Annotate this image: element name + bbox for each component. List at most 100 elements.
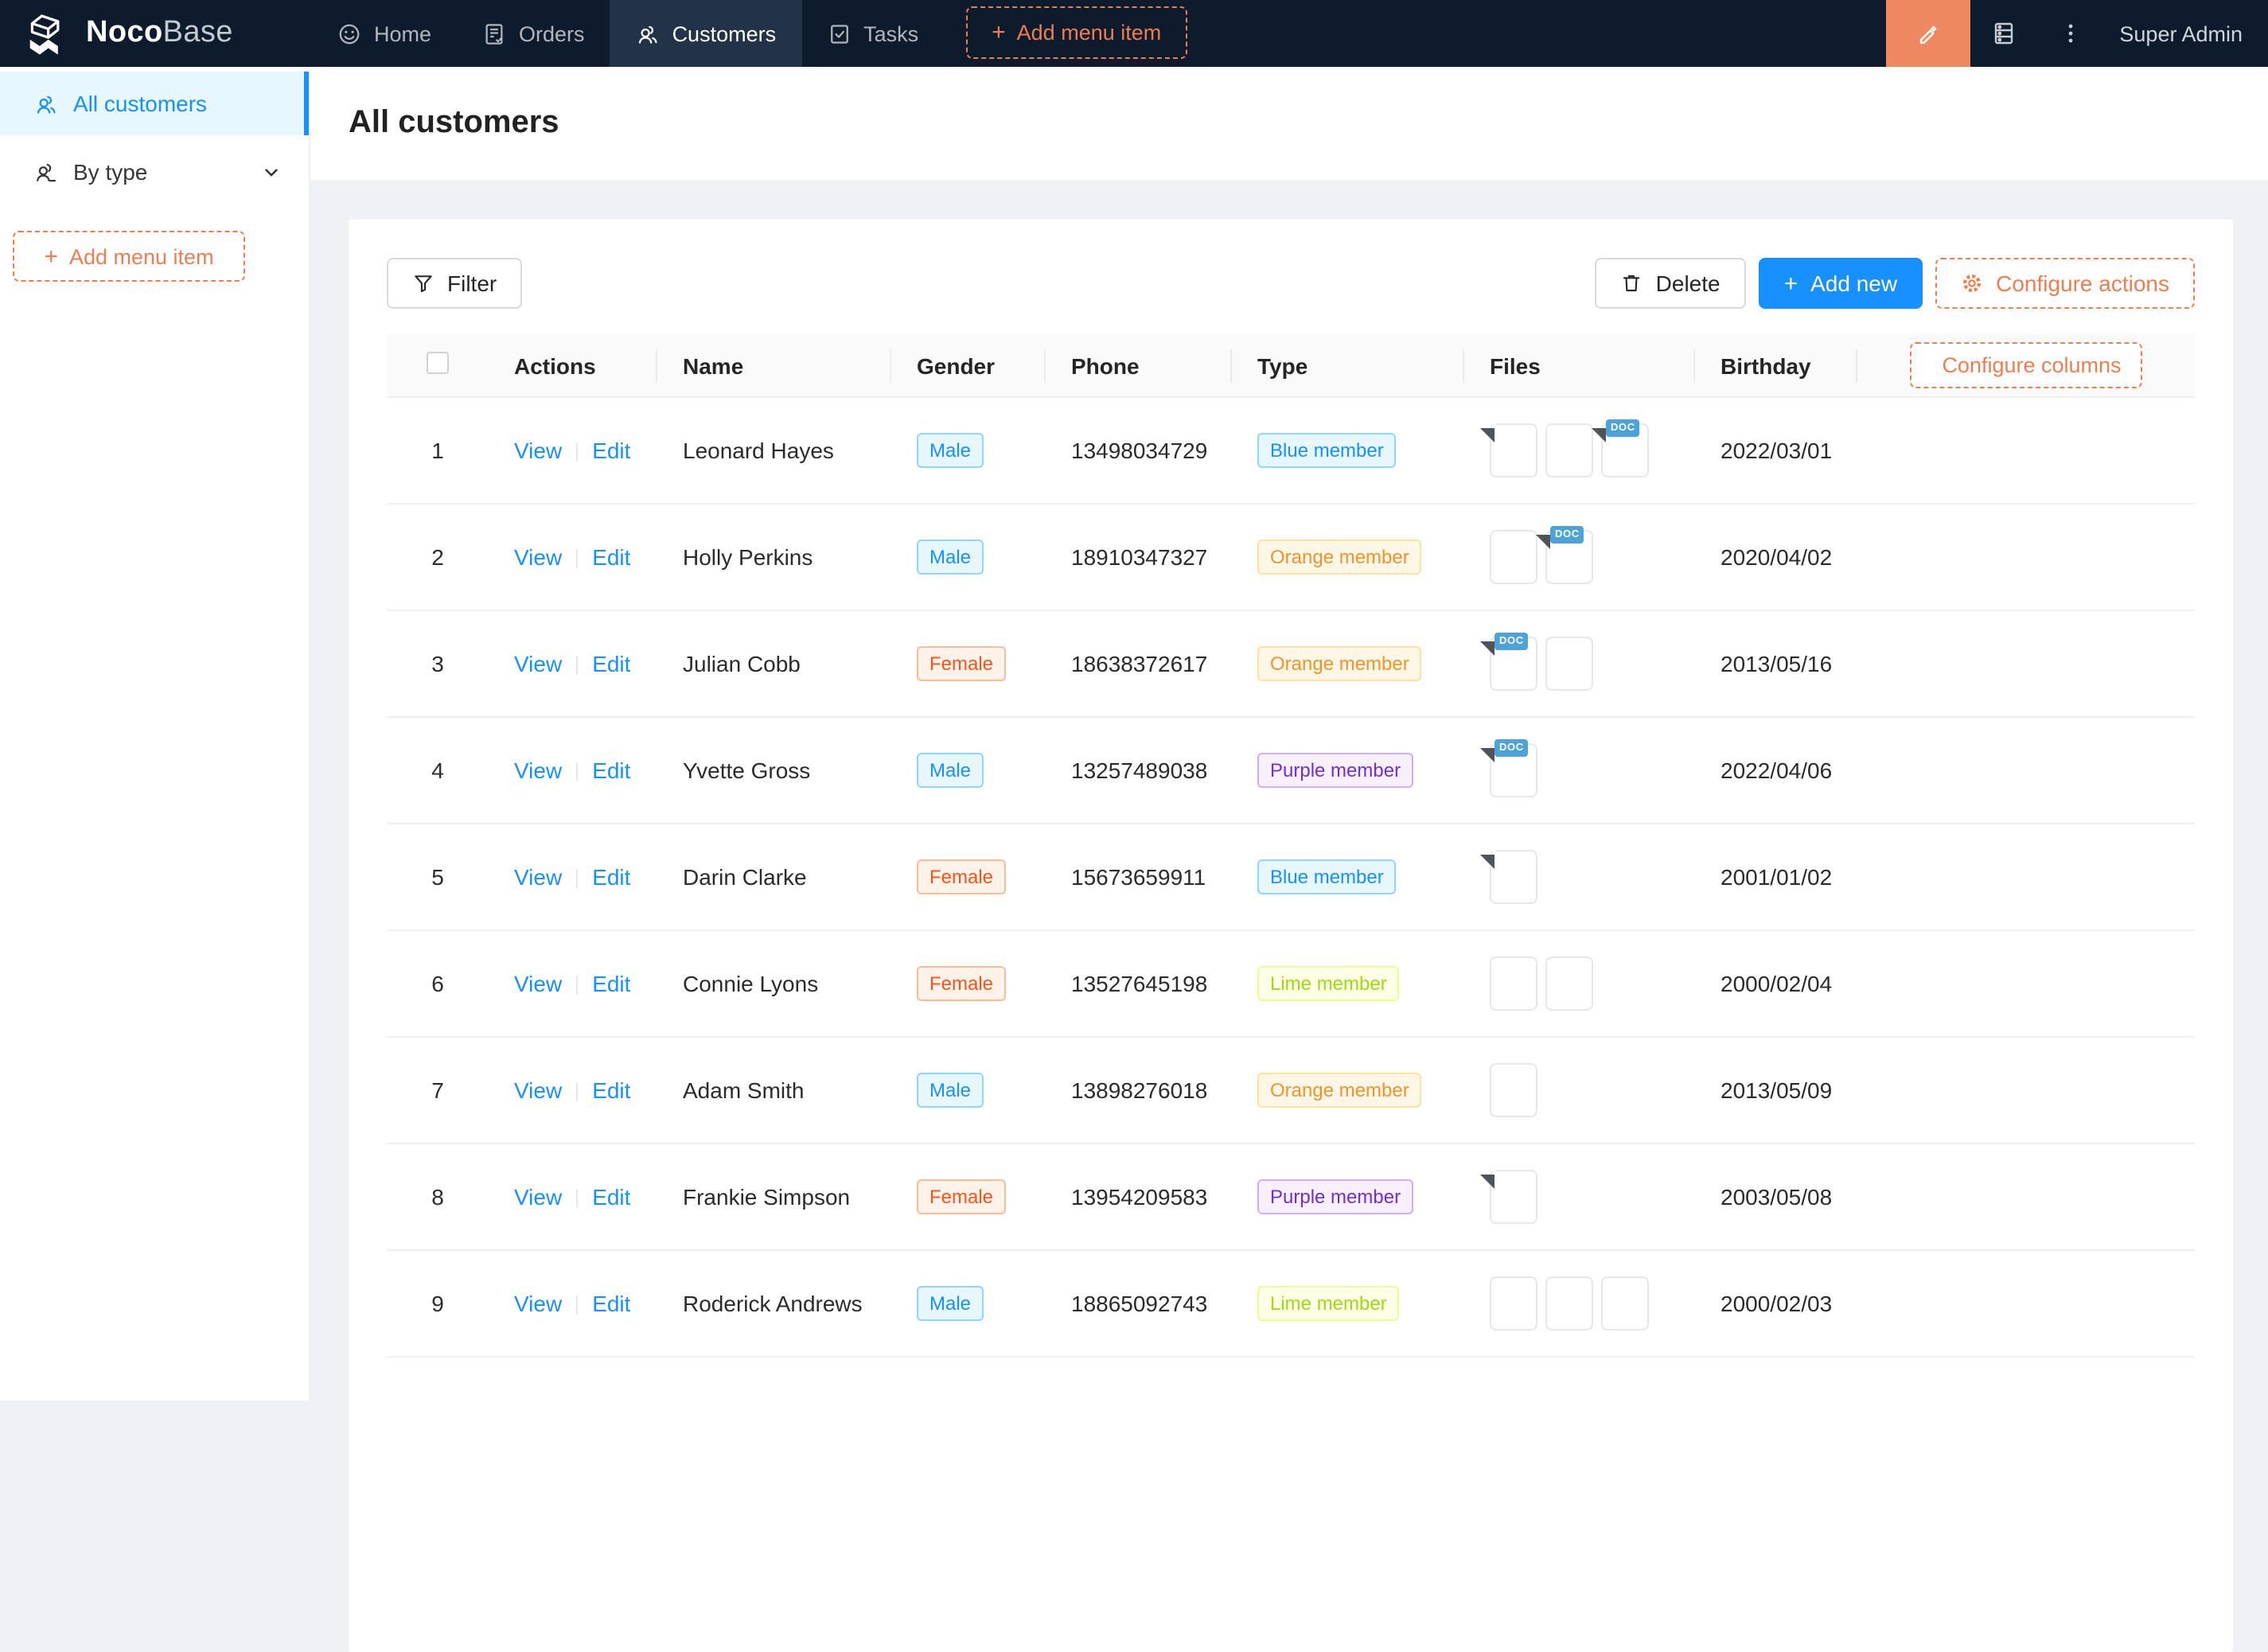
orders-icon — [482, 21, 506, 45]
more-actions-button[interactable] — [2036, 0, 2103, 67]
tab-orders[interactable]: Orders — [457, 0, 610, 67]
sidebar-add-menu-item-label: Add menu item — [69, 244, 214, 268]
edit-link[interactable]: Edit — [592, 1184, 630, 1210]
filter-button[interactable]: Filter — [387, 258, 522, 309]
cell-name: Yvette Gross — [657, 718, 891, 824]
plus-icon: + — [1784, 271, 1798, 295]
plugin-manager-button[interactable] — [1970, 0, 2036, 67]
tasks-icon — [827, 21, 851, 45]
cell-files: DOC — [1464, 505, 1695, 611]
delete-button[interactable]: Delete — [1596, 258, 1746, 309]
cell-type: Lime member — [1232, 1251, 1464, 1358]
file-image-thumbnail[interactable] — [1490, 1276, 1537, 1331]
row-actions: View Edit — [489, 1038, 657, 1144]
edit-link[interactable]: Edit — [592, 544, 630, 570]
cell-gender: Male — [891, 1251, 1046, 1358]
file-pdf-icon[interactable] — [1490, 1170, 1537, 1224]
view-link[interactable]: View — [514, 758, 562, 783]
edit-link[interactable]: Edit — [592, 971, 630, 996]
ui-editor-button[interactable] — [1885, 0, 1970, 67]
actions-divider — [576, 1296, 578, 1315]
customers-table: ActionsNameGenderPhoneTypeFilesBirthdayC… — [387, 334, 2195, 1358]
view-link[interactable]: View — [514, 1184, 562, 1210]
cell-name: Leonard Hayes — [657, 398, 891, 505]
view-link[interactable]: View — [514, 971, 562, 996]
file-image-thumbnail[interactable] — [1545, 1276, 1593, 1331]
cell-configure-spacer — [1857, 398, 2195, 505]
add-menu-item-button[interactable]: + Add menu item — [966, 6, 1187, 59]
files-list — [1490, 1063, 1670, 1117]
row-index: 2 — [387, 505, 489, 611]
view-link[interactable]: View — [514, 864, 562, 890]
edit-link[interactable]: Edit — [592, 864, 630, 890]
view-link[interactable]: View — [514, 438, 562, 463]
row-actions: View Edit — [489, 398, 657, 505]
delete-label: Delete — [1656, 271, 1720, 296]
file-doc-icon[interactable]: DOC — [1490, 637, 1537, 691]
sidebar-item-all-customers[interactable]: All customers — [0, 72, 309, 135]
tag-blue: Blue member — [1257, 859, 1397, 894]
tab-home[interactable]: Home — [312, 0, 457, 67]
sidebar-item-by-type[interactable]: By type — [0, 140, 309, 204]
file-image-thumbnail[interactable] — [1545, 637, 1593, 691]
cell-type: Purple member — [1232, 1144, 1464, 1251]
cell-files: DOC — [1464, 718, 1695, 824]
kebab-menu-icon — [2057, 21, 2083, 46]
file-doc-icon[interactable]: DOC — [1545, 530, 1593, 584]
select-all-checkbox[interactable] — [427, 352, 449, 374]
row-actions: View Edit — [489, 718, 657, 824]
file-image-thumbnail[interactable] — [1545, 957, 1593, 1011]
cell-type: Purple member — [1232, 718, 1464, 824]
nocobase-logo-icon — [25, 12, 73, 55]
cell-configure-spacer — [1857, 611, 2195, 718]
cell-phone: 13257489038 — [1046, 718, 1232, 824]
table-row: 8ViewEditFrankie SimpsonFemale1395420958… — [387, 1144, 2195, 1251]
app: NocoBase Home OrdersCustomersTasks + Add … — [0, 0, 2268, 1401]
row-index: 1 — [387, 398, 489, 505]
edit-link[interactable]: Edit — [592, 1291, 630, 1316]
customers-icon — [636, 21, 660, 45]
view-link[interactable]: View — [514, 651, 562, 676]
file-image-thumbnail[interactable] — [1490, 530, 1537, 584]
table-row: 2ViewEditHolly PerkinsMale18910347327Ora… — [387, 505, 2195, 611]
file-pdf-icon[interactable] — [1490, 423, 1537, 477]
cell-configure-spacer — [1857, 824, 2195, 931]
cell-configure-spacer — [1857, 1144, 2195, 1251]
file-pdf-icon[interactable] — [1490, 850, 1537, 904]
tag-blue: Male — [917, 433, 984, 468]
file-doc-icon[interactable]: DOC — [1601, 423, 1649, 477]
tab-customers[interactable]: Customers — [610, 0, 802, 67]
edit-link[interactable]: Edit — [592, 1077, 630, 1103]
brand-logo[interactable]: NocoBase — [0, 0, 312, 67]
cell-files: DOC — [1464, 398, 1695, 505]
edit-link[interactable]: Edit — [592, 651, 630, 676]
configure-actions-button[interactable]: Configure actions — [1935, 258, 2195, 309]
file-image-thumbnail[interactable] — [1601, 1276, 1649, 1331]
cell-gender: Female — [891, 1144, 1046, 1251]
configure-columns-button[interactable]: Configure columns — [1910, 342, 2141, 388]
configure-columns-header-cell: Configure columns — [1857, 334, 2195, 398]
view-link[interactable]: View — [514, 544, 562, 570]
view-link[interactable]: View — [514, 1077, 562, 1103]
file-image-thumbnail[interactable] — [1545, 423, 1593, 477]
cell-files — [1464, 1251, 1695, 1358]
chevron-down-icon — [263, 163, 280, 181]
sidebar-add-menu-item-button[interactable]: + Add menu item — [13, 231, 245, 282]
tab-tasks[interactable]: Tasks — [801, 0, 944, 67]
page-header: All customers — [310, 67, 2268, 180]
cell-gender: Male — [891, 398, 1046, 505]
file-image-thumbnail[interactable] — [1490, 957, 1537, 1011]
edit-link[interactable]: Edit — [592, 438, 630, 463]
tab-label: Home — [374, 21, 431, 45]
view-link[interactable]: View — [514, 1291, 562, 1316]
tag-orange: Orange member — [1257, 1073, 1422, 1108]
edit-link[interactable]: Edit — [592, 758, 630, 783]
cell-type: Orange member — [1232, 611, 1464, 718]
file-doc-icon[interactable]: DOC — [1490, 743, 1537, 797]
row-index: 9 — [387, 1251, 489, 1358]
table-row: 1ViewEditLeonard HayesMale13498034729Blu… — [387, 398, 2195, 505]
actions-divider — [576, 763, 578, 782]
add-new-button[interactable]: + Add new — [1759, 258, 1923, 309]
file-image-thumbnail[interactable] — [1490, 1063, 1537, 1117]
user-menu[interactable]: Super Admin — [2103, 0, 2268, 67]
